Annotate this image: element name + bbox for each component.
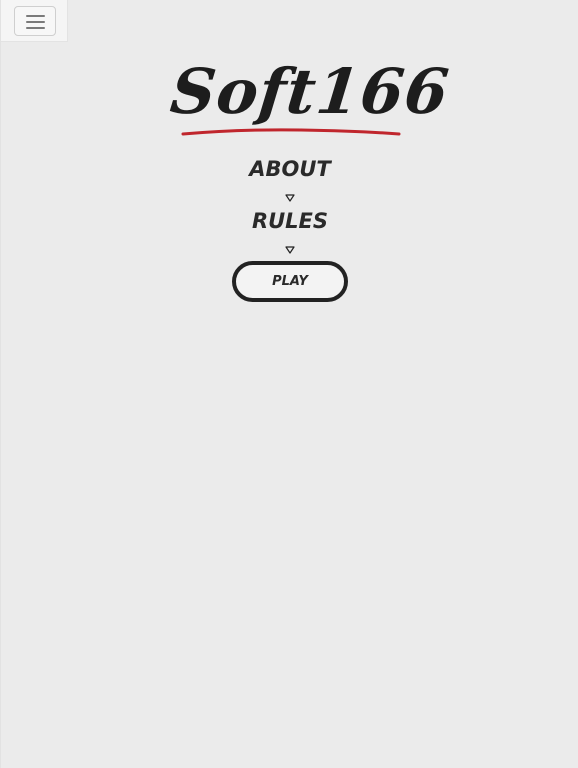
hamburger-menu-icon [26,15,45,17]
caret-down-icon[interactable] [285,194,295,202]
page: Soft166 ABOUT RULES PLAY [0,0,578,768]
logo-text: Soft166 [167,55,453,128]
about-link[interactable]: ABOUT [1,155,578,183]
navbar [1,0,68,42]
hamburger-menu-icon [26,21,45,23]
menu-toggle-button[interactable] [14,6,56,36]
caret-down-icon[interactable] [285,246,295,254]
hamburger-menu-icon [26,27,45,29]
logo: Soft166 [167,50,453,145]
rules-link[interactable]: RULES [1,207,578,235]
play-button[interactable]: PLAY [232,261,348,302]
logo-underline [181,128,401,136]
